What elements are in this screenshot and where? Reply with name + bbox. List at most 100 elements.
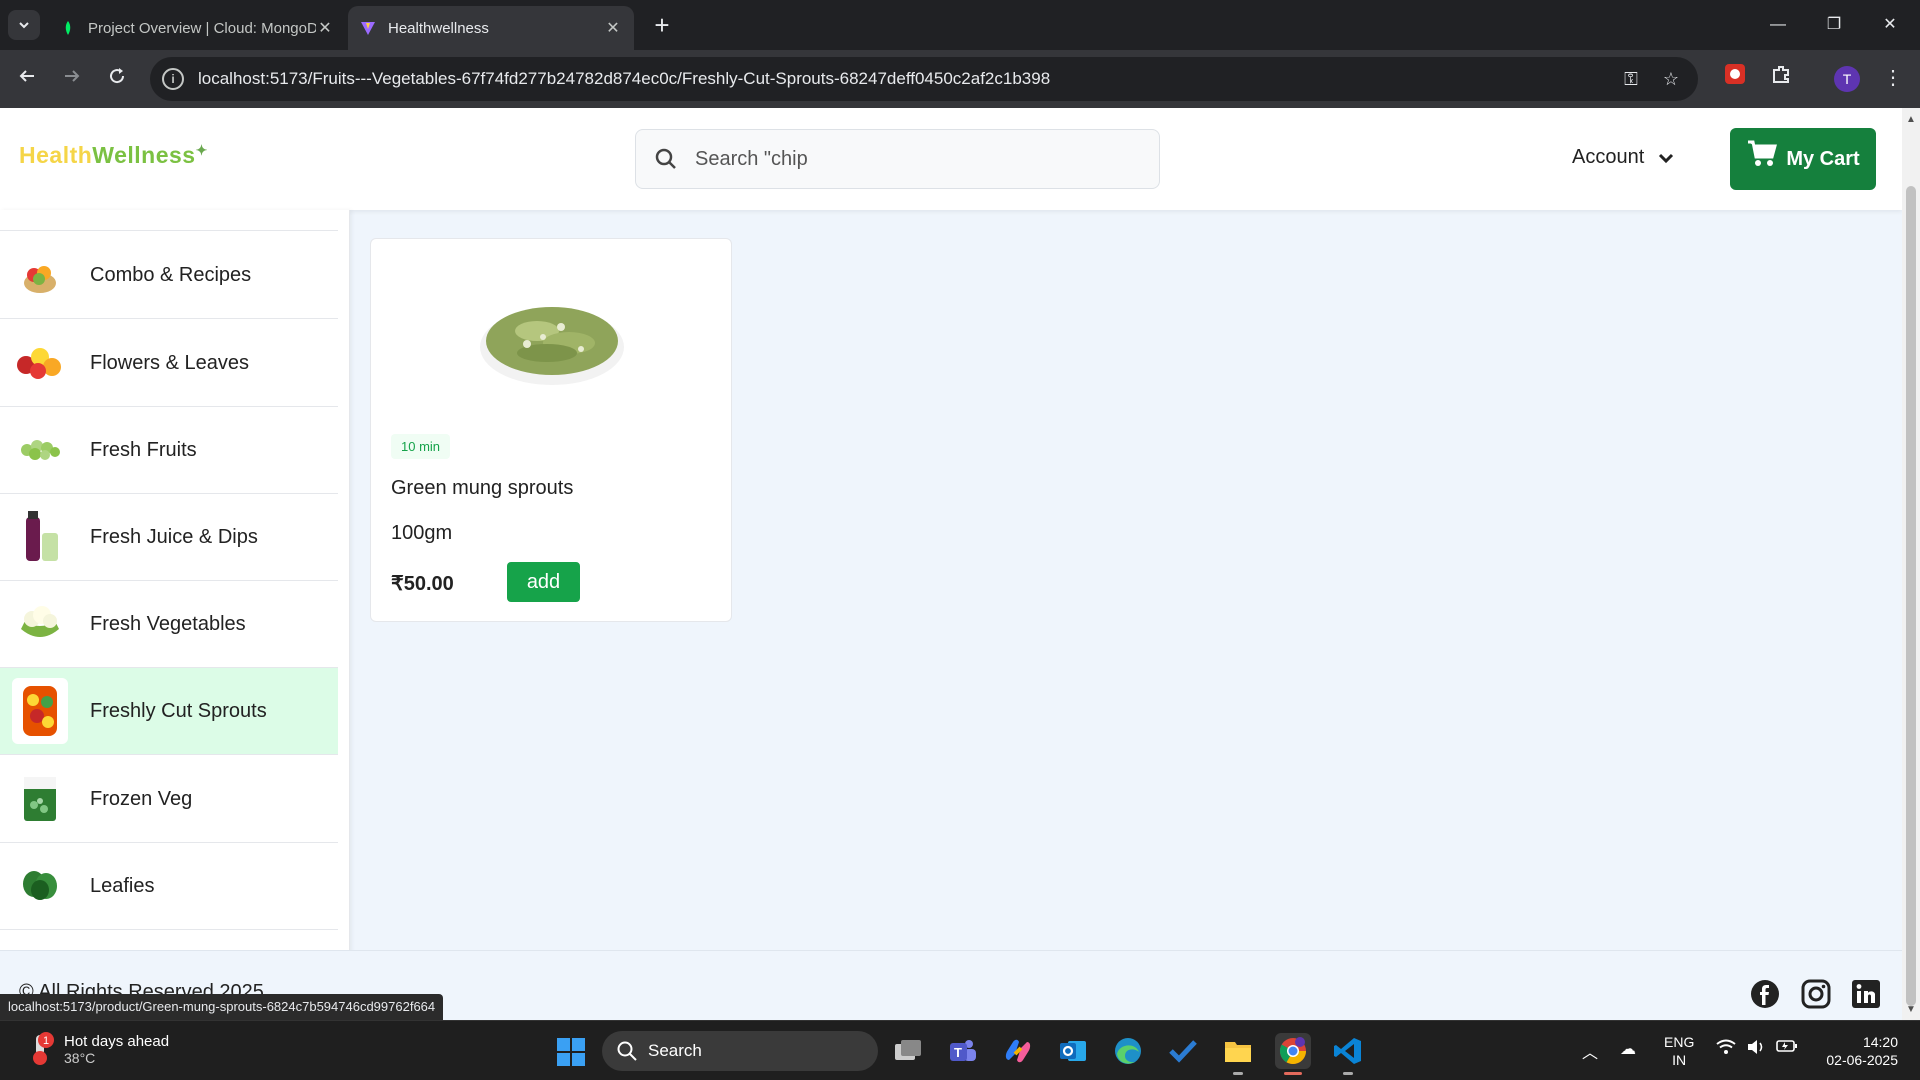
instagram-icon[interactable] xyxy=(1801,979,1831,1009)
sidebar-item-label: Combo & Recipes xyxy=(90,263,252,286)
browser-tab-bar: Project Overview | Cloud: MongoDB Cloud … xyxy=(0,0,1920,50)
region-code: IN xyxy=(1672,1052,1687,1068)
sparkle-icon: ✦ xyxy=(195,142,208,158)
scroll-up-arrow-icon[interactable]: ▲ xyxy=(1905,114,1917,126)
weather-temp: 38°C xyxy=(64,1049,96,1066)
address-bar[interactable]: i localhost:5173/Fruits---Vegetables-67f… xyxy=(150,57,1698,101)
product-name: Green mung sprouts xyxy=(391,477,574,499)
weather-widget[interactable]: 1 Hot days ahead 38°C xyxy=(26,1031,169,1067)
combo-basket-image xyxy=(12,242,68,308)
weather-badge: 1 xyxy=(43,1035,49,1047)
grapes-image xyxy=(12,417,68,483)
tab-label: Healthwellness xyxy=(388,19,489,37)
windows-taskbar: 1 Hot days ahead 38°C Search T ︿ ☁ ENG I… xyxy=(0,1020,1920,1080)
web-page: HealthWellness✦ Search "chip Account My … xyxy=(0,108,1902,1020)
profile-avatar[interactable]: T xyxy=(1834,66,1860,92)
menu-kebab-icon[interactable]: ⋮ xyxy=(1878,63,1908,93)
task-view-icon[interactable] xyxy=(890,1033,926,1069)
tab-search-button[interactable] xyxy=(8,10,40,40)
system-clock[interactable]: 14:20 02-06-2025 xyxy=(1818,1033,1898,1069)
sidebar-item-frozen-veg[interactable]: Frozen Veg xyxy=(0,756,338,843)
delivery-time-badge: 10 min xyxy=(391,434,451,459)
sidebar-item-label: Flowers & Leaves xyxy=(90,351,249,374)
search-icon xyxy=(655,148,676,169)
product-unit: 100gm xyxy=(391,522,453,544)
extension-red-icon[interactable] xyxy=(1720,63,1750,93)
page-scrollbar[interactable]: ▲ ▼ xyxy=(1902,108,1920,1020)
back-button[interactable] xyxy=(10,62,44,96)
search-icon xyxy=(617,1041,637,1061)
site-header: HealthWellness✦ Search "chip Account My … xyxy=(0,108,1902,210)
volume-icon[interactable] xyxy=(1746,1039,1766,1060)
tab-mongodb[interactable]: Project Overview | Cloud: MongoDB Cloud … xyxy=(48,6,346,50)
sidebar-item-label: Leafies xyxy=(90,874,155,897)
minimize-button[interactable]: — xyxy=(1758,10,1798,40)
chevron-down-icon xyxy=(1659,153,1674,163)
sidebar-item-fresh-juice-dips[interactable]: Fresh Juice & Dips xyxy=(0,494,338,581)
vite-logo-icon xyxy=(361,22,375,35)
reload-button[interactable] xyxy=(100,62,134,96)
clock-date: 02-06-2025 xyxy=(1826,1052,1898,1068)
cut-fruit-box-image xyxy=(12,678,68,744)
wifi-icon[interactable] xyxy=(1716,1039,1736,1060)
show-hidden-icons-chevron[interactable]: ︿ xyxy=(1582,1039,1598,1063)
linkedin-icon[interactable] xyxy=(1851,979,1881,1009)
close-window-button[interactable]: ✕ xyxy=(1870,10,1910,40)
sidebar-item-fresh-fruits[interactable]: Fresh Fruits xyxy=(0,407,338,494)
file-explorer-icon[interactable] xyxy=(1220,1033,1256,1075)
onedrive-icon[interactable]: ☁ xyxy=(1620,1039,1636,1059)
thermometer-icon: 1 xyxy=(26,1031,56,1067)
sidebar-item-flowers-leaves[interactable]: Flowers & Leaves xyxy=(0,320,338,407)
sidebar-item-leafies[interactable]: Leafies xyxy=(0,843,338,930)
password-key-icon[interactable]: ⚿ xyxy=(1620,68,1642,90)
account-menu[interactable]: Account xyxy=(1572,146,1676,169)
category-sidebar: Combo & Recipes Flowers & Leaves Fresh F… xyxy=(0,210,350,958)
arrow-left-icon xyxy=(19,70,34,82)
vscode-icon[interactable] xyxy=(1330,1033,1366,1075)
search-placeholder: Search "chip xyxy=(695,147,808,170)
edge-icon[interactable] xyxy=(1110,1033,1146,1069)
sidebar-item-fresh-vegetables[interactable]: Fresh Vegetables xyxy=(0,581,338,668)
site-info-icon[interactable]: i xyxy=(162,68,184,90)
chrome-icon[interactable] xyxy=(1275,1033,1311,1075)
forward-button[interactable] xyxy=(55,62,89,96)
copilot-icon[interactable] xyxy=(1000,1033,1036,1069)
battery-icon[interactable] xyxy=(1776,1039,1798,1058)
product-card[interactable]: 10 min Green mung sprouts 100gm ₹50.00 a… xyxy=(370,238,732,622)
language-indicator[interactable]: ENG IN xyxy=(1664,1033,1694,1069)
new-tab-button[interactable]: + xyxy=(648,12,676,40)
windows-start-icon[interactable] xyxy=(556,1037,586,1067)
teams-icon[interactable]: T xyxy=(945,1033,981,1069)
scroll-thumb[interactable] xyxy=(1906,186,1916,1006)
tab-healthwellness[interactable]: Healthwellness ✕ xyxy=(348,6,634,50)
outlook-icon[interactable] xyxy=(1055,1033,1091,1069)
cauliflower-image xyxy=(12,591,68,657)
sidebar-item-combo-recipes[interactable]: Combo & Recipes xyxy=(0,232,338,319)
restore-button[interactable]: ❐ xyxy=(1814,10,1854,40)
svg-text:T: T xyxy=(954,1045,962,1060)
close-tab-icon[interactable]: ✕ xyxy=(604,18,622,38)
arrow-right-icon xyxy=(65,70,80,82)
add-to-cart-button[interactable]: add xyxy=(507,562,580,602)
clock-time: 14:20 xyxy=(1862,1034,1898,1050)
logo-text-wellness: Wellness xyxy=(92,142,196,168)
language-code: ENG xyxy=(1664,1034,1695,1050)
close-tab-icon[interactable]: ✕ xyxy=(316,18,334,38)
bookmark-star-icon[interactable]: ☆ xyxy=(1660,68,1682,90)
sidebar-item-previous[interactable] xyxy=(0,210,338,231)
address-url[interactable]: localhost:5173/Fruits---Vegetables-67f74… xyxy=(198,69,1050,89)
account-label: Account xyxy=(1572,146,1645,168)
product-image xyxy=(480,307,624,385)
site-logo[interactable]: HealthWellness✦ xyxy=(19,142,208,169)
sidebar-item-freshly-cut-sprouts[interactable]: Freshly Cut Sprouts xyxy=(0,668,338,755)
taskbar-search-label: Search xyxy=(648,1041,702,1060)
scroll-down-arrow-icon[interactable]: ▼ xyxy=(1905,1004,1917,1016)
chevron-down-icon xyxy=(19,22,29,29)
extensions-puzzle-icon[interactable] xyxy=(1766,63,1796,93)
search-bar[interactable]: Search "chip xyxy=(635,129,1160,189)
facebook-icon[interactable] xyxy=(1750,979,1780,1009)
todo-check-icon[interactable] xyxy=(1165,1033,1201,1069)
my-cart-button[interactable]: My Cart xyxy=(1730,128,1876,190)
shopping-cart-icon xyxy=(1748,140,1778,166)
taskbar-search[interactable]: Search xyxy=(602,1031,878,1071)
